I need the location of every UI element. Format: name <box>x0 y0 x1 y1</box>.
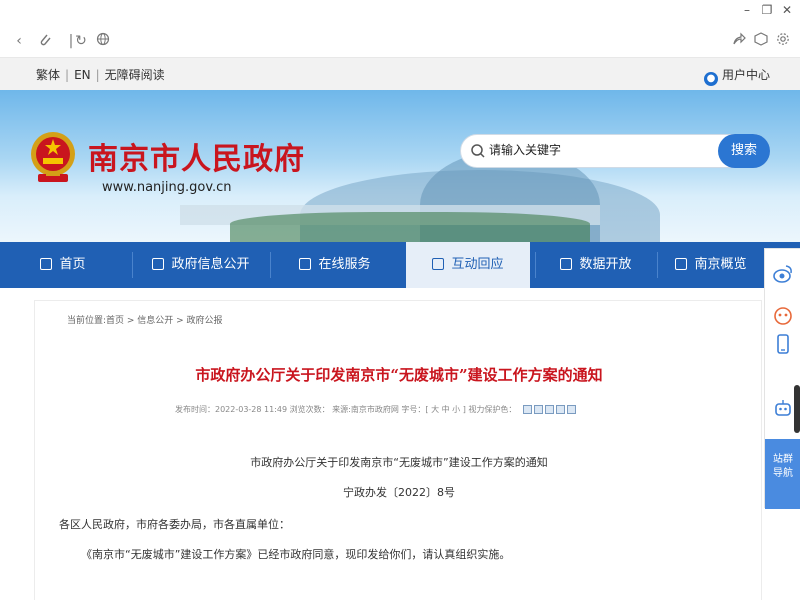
nav-item-open-data[interactable]: 数据开放 <box>538 242 654 288</box>
nav-divider <box>535 252 536 278</box>
header-banner: 南京市人民政府 www.nanjing.gov.cn 搜索 <box>0 90 800 242</box>
back-icon[interactable]: ‹ <box>10 32 28 50</box>
browser-window: – ❐ ✕ ‹ | ↻ 繁体 | EN | 无障碍阅读 ● 用户中心 南京市人民… <box>0 0 800 600</box>
document-number: 宁政办发〔2022〕8号 <box>343 486 455 499</box>
maximize-button[interactable]: ❐ <box>758 3 776 17</box>
user-center-label: 用户中心 <box>721 68 770 82</box>
breadcrumb[interactable]: 当前位置:首页 > 信息公开 > 政府公报 <box>67 313 223 326</box>
title-bar: – ❐ ✕ <box>0 0 800 24</box>
minimize-button[interactable]: – <box>738 3 756 17</box>
traditional-chinese-link[interactable]: 繁体 <box>36 66 60 83</box>
divider: | <box>95 68 100 82</box>
site-title[interactable]: 南京市人民政府 <box>88 134 305 178</box>
eye-protection-colors[interactable] <box>522 405 578 416</box>
attachment-icon[interactable] <box>36 32 54 53</box>
banner-scenery <box>230 212 590 242</box>
extension-icon[interactable] <box>752 32 770 51</box>
document-body: 《南京市“无废城市”建设工作方案》已经市政府同意，现印发给你们，请认真组织实施。 <box>81 548 511 561</box>
weixin-icon[interactable] <box>772 305 794 327</box>
thumbs-up-icon <box>299 258 312 270</box>
nav-item-interaction[interactable]: 互动回应 <box>406 242 530 288</box>
color-swatch-icon[interactable] <box>533 405 543 414</box>
site-group-nav-label: 导航 <box>773 468 793 479</box>
site-group-nav-label: 站群 <box>773 454 793 465</box>
nav-item-nanjing-overview[interactable]: 南京概览 <box>660 242 762 288</box>
settings-icon[interactable] <box>774 32 792 51</box>
nav-item-online-service[interactable]: 在线服务 <box>272 242 398 288</box>
data-icon <box>560 258 573 270</box>
article-container: 当前位置:首页 > 信息公开 > 政府公报 市政府办公厅关于印发南京市“无废城市… <box>34 300 762 600</box>
color-swatch-icon[interactable] <box>566 405 576 414</box>
article-meta: 发布时间：2022-03-28 11:49 浏览次数： 来源:南京市政府网 字号… <box>175 404 578 416</box>
national-emblem-icon[interactable] <box>26 128 80 188</box>
utility-links: 繁体 | EN | 无障碍阅读 <box>36 66 165 83</box>
article-title: 市政府办公厅关于印发南京市“无废城市”建设工作方案的通知 <box>195 366 603 384</box>
robot-icon[interactable] <box>772 397 794 419</box>
document-heading: 市政府办公厅关于印发南京市“无废城市”建设工作方案的通知 <box>250 456 548 469</box>
share-icon[interactable] <box>730 32 748 51</box>
nav-divider <box>657 252 658 278</box>
utility-bar: 繁体 | EN | 无障碍阅读 ● 用户中心 <box>0 58 800 90</box>
search-box: 搜索 <box>460 134 770 168</box>
document-addressee: 各区人民政府，市府各委办局，市各直属单位： <box>59 518 290 531</box>
nav-item-info-disclosure[interactable]: 政府信息公开 <box>138 242 264 288</box>
browser-toolbar: ‹ | ↻ <box>0 24 800 58</box>
close-button[interactable]: ✕ <box>778 3 796 17</box>
nav-divider <box>132 252 133 278</box>
scrollbar-handle[interactable] <box>794 385 800 433</box>
accessibility-link[interactable]: 无障碍阅读 <box>105 66 165 83</box>
search-input[interactable] <box>489 143 719 157</box>
weibo-icon[interactable] <box>772 263 794 285</box>
document-icon <box>152 258 165 270</box>
color-swatch-icon[interactable] <box>555 405 565 414</box>
globe-icon[interactable] <box>94 32 112 51</box>
home-icon <box>40 258 53 270</box>
color-swatch-icon[interactable] <box>522 405 532 414</box>
article-meta-text: 发布时间：2022-03-28 11:49 浏览次数： 来源:南京市政府网 字号… <box>175 405 517 414</box>
english-link[interactable]: EN <box>74 68 91 82</box>
nav-divider <box>270 252 271 278</box>
mobile-icon[interactable] <box>772 333 794 355</box>
nav-item-home[interactable]: 首页 <box>0 242 126 288</box>
divider: | <box>65 68 70 82</box>
user-icon: ● <box>703 72 718 86</box>
color-swatch-icon[interactable] <box>544 405 554 414</box>
main-nav: 首页 政府信息公开 在线服务 互动回应 数据开放 南京概览 <box>0 242 800 288</box>
site-url: www.nanjing.gov.cn <box>102 180 232 195</box>
book-icon <box>675 258 688 270</box>
site-group-nav-button[interactable]: 站群 导航 <box>765 439 800 509</box>
refresh-icon[interactable]: ↻ <box>72 32 90 50</box>
floating-sidebar: 站群 导航 <box>764 248 800 509</box>
user-center-link[interactable]: ● 用户中心 <box>703 66 770 86</box>
search-button[interactable]: 搜索 <box>718 134 770 168</box>
search-icon <box>471 144 485 158</box>
chat-icon <box>432 258 445 270</box>
